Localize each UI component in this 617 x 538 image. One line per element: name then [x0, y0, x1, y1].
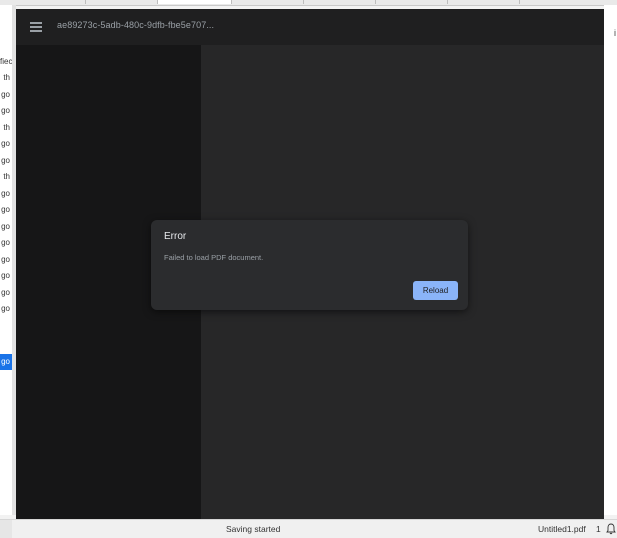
background-tab[interactable]	[157, 0, 232, 4]
document-title: ae89273c-5adb-480c-9dfb-fbe5e707...	[57, 20, 215, 30]
sheet-cell[interactable]: go	[0, 301, 12, 317]
sheet-cell[interactable]: go	[0, 252, 12, 268]
background-tab[interactable]	[231, 0, 304, 4]
sheet-cell-selected[interactable]: go	[0, 354, 12, 370]
sheet-cell[interactable]: go	[0, 268, 12, 284]
sheet-cell[interactable]: go	[0, 87, 12, 103]
hamburger-menu-icon[interactable]	[30, 22, 42, 32]
status-message: Saving started	[226, 524, 281, 534]
sheet-cell[interactable]: go	[0, 235, 12, 251]
background-tab-strip	[0, 0, 617, 6]
reload-button[interactable]: Reload	[413, 281, 458, 300]
sheet-cell[interactable]: go	[0, 103, 12, 119]
background-right-column	[604, 5, 617, 515]
status-bar-left-segment	[0, 520, 12, 538]
bell-icon[interactable]	[606, 523, 616, 535]
page-count: 1	[596, 524, 601, 534]
sheet-cell[interactable]: th	[0, 70, 12, 86]
sheet-cell[interactable]: th	[0, 169, 12, 185]
background-tab[interactable]	[519, 0, 592, 4]
file-name: Untitled1.pdf	[538, 524, 586, 534]
sheet-cell[interactable]: go	[0, 202, 12, 218]
dialog-title: Error	[164, 231, 187, 242]
viewer-toolbar: ae89273c-5adb-480c-9dfb-fbe5e707...	[16, 9, 604, 46]
background-tab[interactable]	[85, 0, 158, 4]
sheet-cell[interactable]: go	[0, 219, 12, 235]
background-tab[interactable]	[303, 0, 376, 4]
background-right-text: i	[614, 28, 616, 38]
sheet-cell[interactable]: go	[0, 186, 12, 202]
background-tab[interactable]	[447, 0, 520, 4]
sheet-cell[interactable]: go	[0, 285, 12, 301]
dialog-message: Failed to load PDF document.	[164, 253, 264, 262]
sheet-cell[interactable]: go	[0, 153, 12, 169]
error-dialog: Error Failed to load PDF document. Reloa…	[151, 220, 468, 310]
sheet-cell[interactable]: fiec	[0, 54, 12, 70]
background-tab[interactable]	[375, 0, 448, 4]
sheet-cell[interactable]: go	[0, 136, 12, 152]
status-bar: Saving started Untitled1.pdf 1	[0, 519, 617, 538]
sheet-cell[interactable]: th	[0, 120, 12, 136]
